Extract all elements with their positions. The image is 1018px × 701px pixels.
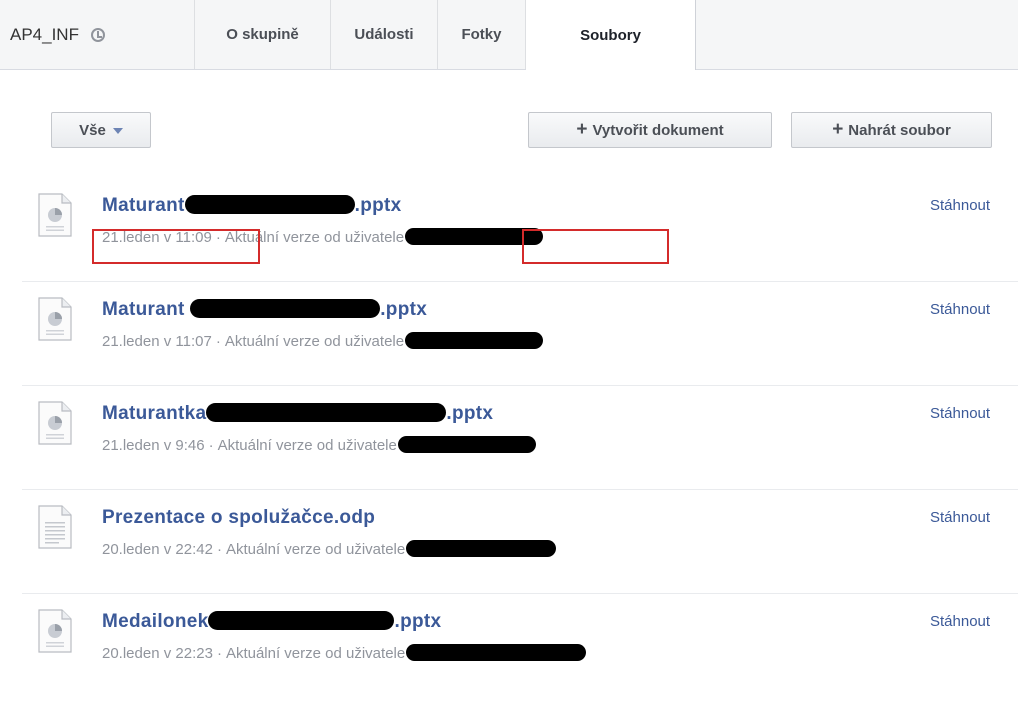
tab-files[interactable]: Soubory [526,0,696,70]
file-name-link[interactable]: Maturant .pptx [102,299,427,321]
file-name-prefix: Prezentace o spolužačce.odp [102,507,376,528]
file-date[interactable]: 21.leden v 9:46 [102,437,205,454]
chevron-down-icon [112,128,123,134]
redacted-user [406,540,557,557]
file-version-text: Aktuální verze od uživatele [225,645,406,662]
file-date[interactable]: 21.leden v 11:07 [102,333,212,350]
file-meta: 20.leden v 22:42 · Aktuální verze od uživa… [102,540,557,558]
tab-photos[interactable]: Fotky [438,0,526,69]
create-document-button[interactable]: + Vytvořit dokument [528,112,772,148]
redacted-name [190,299,381,318]
file-name-suffix: .pptx [446,403,494,424]
tab-events[interactable]: Události [331,0,438,69]
download-link[interactable]: Stáhnout [930,509,990,526]
file-row: Prezentace o spolužačce.odp 20.leden v 2… [22,490,1018,594]
tab-group-name[interactable]: AP4_INF [0,0,195,69]
file-name-prefix: Medailonek [102,611,209,632]
group-name-label: AP4_INF [10,24,79,44]
meta-separator: · [216,541,222,558]
redacted-user [397,436,536,453]
presentation-file-icon [38,297,72,341]
tab-about[interactable]: O skupině [195,0,331,69]
download-link[interactable]: Stáhnout [930,405,990,422]
meta-separator: · [208,437,214,454]
file-meta: 21.leden v 9:46 · Aktuální verze od uživat… [102,436,536,454]
file-version-text: Aktuální verze od uživatele [225,541,406,558]
file-row: Maturantka .pptx 21.leden v 9:46 · Aktuální… [22,386,1018,490]
file-name-link[interactable]: Medailonek .pptx [102,611,441,633]
download-link[interactable]: Stáhnout [930,197,990,214]
presentation-file-icon [38,401,72,445]
redacted-user [406,644,587,661]
file-meta: 21.leden v 11:07 · Aktuální verze od uživa… [102,332,544,350]
document-file-icon [38,505,72,549]
download-link[interactable]: Stáhnout [930,613,990,630]
redacted-user [405,332,544,349]
user-highlight-box [522,229,669,264]
plus-icon: + [576,119,588,140]
file-row: Maturant .pptx 21.leden v 11:07 · Aktuální… [22,282,1018,386]
file-version-text: Aktuální verze od uživatele [224,333,405,350]
tab-about-label: O skupině [226,26,299,43]
file-name-suffix: .pptx [380,299,428,320]
date-highlight-box [92,229,260,264]
filter-label: Vše [79,121,106,139]
presentation-file-icon [38,609,72,653]
closed-group-icon [90,27,105,42]
file-name-suffix: .pptx [394,611,442,632]
file-name-prefix: Maturantka [102,403,207,424]
create-document-label: Vytvořit dokument [592,121,724,139]
presentation-file-icon [38,193,72,237]
file-name-link[interactable]: Maturantka .pptx [102,403,493,425]
download-link[interactable]: Stáhnout [930,301,990,318]
meta-separator: · [216,645,222,662]
file-name-suffix: .pptx [354,195,402,216]
file-row: Maturant .pptx 21.leden v 11:09 · Aktuální … [22,178,1018,282]
file-name-prefix: Maturant [102,195,185,216]
filter-dropdown[interactable]: Vše [51,112,151,148]
upload-file-button[interactable]: + Nahrát soubor [791,112,992,148]
file-row: Medailonek .pptx 20.leden v 22:23 · Aktuáln… [22,594,1018,698]
file-name-prefix: Maturant [102,299,185,320]
group-tab-bar: AP4_INF O skupině Události Fotky Soubory [0,0,1018,70]
meta-separator: · [215,333,221,350]
tab-files-label: Soubory [580,26,641,44]
tab-photos-label: Fotky [461,26,502,43]
upload-file-label: Nahrát soubor [848,121,951,139]
file-meta: 20.leden v 22:23 · Aktuální verze od uživa… [102,644,587,662]
redacted-name [184,195,355,214]
file-date[interactable]: 20.leden v 22:23 [102,645,213,662]
tab-events-label: Události [354,26,414,43]
file-version-text: Aktuální verze od uživatele [217,437,397,454]
file-name-link[interactable]: Prezentace o spolužačce.odp [102,507,375,529]
redacted-name [206,403,447,422]
file-date[interactable]: 20.leden v 22:42 [102,541,213,558]
plus-icon: + [832,119,844,140]
redacted-name [208,611,395,630]
file-name-link[interactable]: Maturant .pptx [102,195,402,217]
